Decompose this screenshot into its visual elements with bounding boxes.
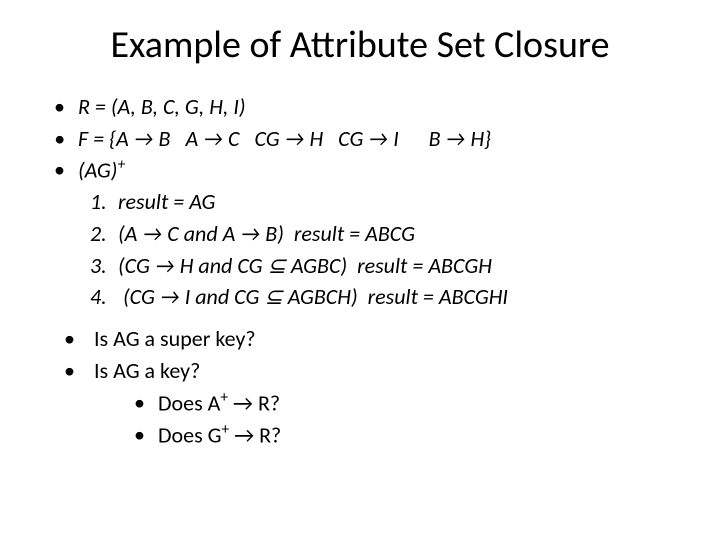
slide-title: Example of Attribute Set Closure (30, 22, 690, 68)
subset-icon: ⊆ (264, 283, 282, 310)
arrow-icon: → (446, 125, 466, 152)
q-a-closure: Does A+ → R? (134, 388, 690, 418)
s2-b: C (162, 220, 178, 247)
s4-r: result = ABCGHI (368, 283, 508, 310)
q-key: Is AG a key? Does A+ → R? Does G+ → R? (64, 356, 690, 450)
f4a: CG (338, 125, 368, 152)
step-1: result = AG (90, 187, 690, 217)
arrow-icon: → (160, 283, 180, 310)
s3-a: (CG (118, 252, 155, 279)
ag-a: (AG) (78, 157, 117, 184)
q2b-c: R? (254, 421, 281, 448)
f3b: H (305, 125, 324, 152)
f3a: CG (254, 125, 284, 152)
arrow-icon: → (285, 125, 305, 152)
ag-sup: + (117, 155, 125, 174)
s4-a: (CG (123, 283, 160, 310)
s3-b: H (175, 252, 194, 279)
arrow-icon: → (155, 252, 175, 279)
f4b: I (388, 125, 399, 152)
f5a: B (429, 125, 446, 152)
q-sub-list: Does A+ → R? Does G+ → R? (134, 388, 690, 450)
sp4b (414, 125, 429, 152)
arrow-icon: → (142, 220, 162, 247)
slide-body: R = (A, B, C, G, H, I) F = {A → B A → C … (30, 92, 690, 450)
q-superkey: Is AG a super key? (64, 324, 690, 354)
arrow-icon: → (368, 125, 388, 152)
step-2: (A → C and A → B) result = ABCG (90, 219, 690, 249)
sp1 (171, 125, 186, 152)
s3-and: and (193, 252, 237, 279)
s2-a: (A (118, 220, 142, 247)
f2b: C (223, 125, 239, 152)
q2b-a: Does G (158, 421, 222, 448)
question-list: Is AG a super key? Is AG a key? Does A+ … (64, 324, 690, 449)
f2a: A (185, 125, 203, 152)
f-lead: F = { (78, 125, 116, 152)
bullet-f: F = {A → B A → C CG → H CG → I B → H} (54, 124, 690, 154)
steps-list: result = AG (A → C and A → B) result = A… (90, 187, 690, 312)
s3-d: AGBC) (286, 252, 357, 279)
s3-c: CG (237, 252, 267, 279)
arrow-icon: → (240, 220, 260, 247)
s2-c: A (223, 220, 241, 247)
s4-b: I (180, 283, 191, 310)
s2-and: and (179, 220, 223, 247)
bullet-ag: (AG)+ (54, 155, 690, 185)
bullet-r: R = (A, B, C, G, H, I) (54, 92, 690, 122)
f5b: H} (465, 125, 491, 152)
q2a-a: Does A (158, 389, 220, 416)
s3-r: result = ABCGH (357, 252, 492, 279)
slide: Example of Attribute Set Closure R = (A,… (0, 0, 720, 540)
text-r: R = (A, B, C, G, H, I) (78, 93, 246, 120)
s2-d: B) (260, 220, 294, 247)
arrow-icon: → (234, 421, 254, 448)
arrow-icon: → (233, 389, 253, 416)
s1-text: result = AG (118, 188, 215, 215)
arrow-icon: → (134, 125, 154, 152)
bullet-list: R = (A, B, C, G, H, I) F = {A → B A → C … (54, 92, 690, 185)
sp2 (240, 125, 255, 152)
f1b: B (154, 125, 171, 152)
s4-d: AGBCH) (283, 283, 368, 310)
s2-r: result = ABCG (294, 220, 415, 247)
sp4 (399, 125, 414, 152)
s4-and: and (190, 283, 234, 310)
sp3 (323, 125, 338, 152)
q-g-closure: Does G+ → R? (134, 420, 690, 450)
q-key-text: Is AG a key? (94, 357, 200, 384)
f1a: A (116, 125, 134, 152)
q2a-c: R? (253, 389, 280, 416)
step-4: (CG → I and CG ⊆ AGBCH) result = ABCGHI (90, 282, 690, 312)
subset-icon: ⊆ (267, 252, 285, 279)
q2a-sup: + (220, 388, 228, 407)
arrow-icon: → (203, 125, 223, 152)
step-3: (CG → H and CG ⊆ AGBC) result = ABCGH (90, 251, 690, 281)
s4-c: CG (234, 283, 264, 310)
